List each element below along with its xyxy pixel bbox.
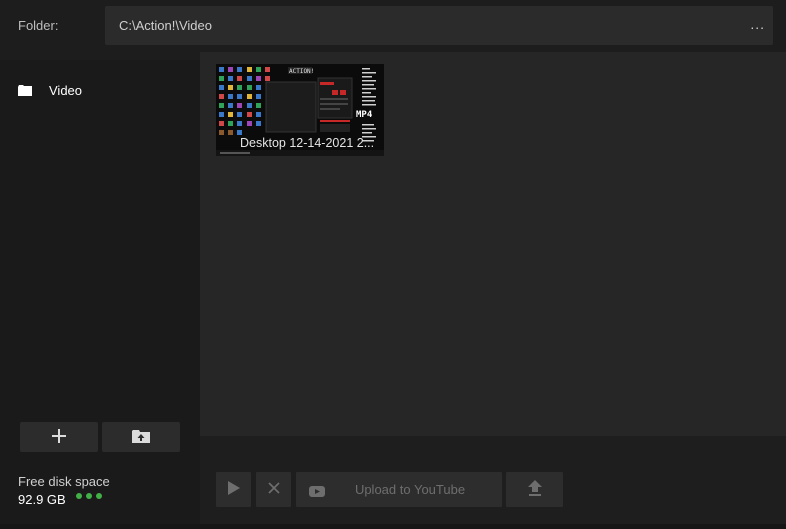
bottom-strip <box>0 524 786 529</box>
video-thumbnail[interactable]: ACTION! MP4 Desktop 12-14-2021 2... <box>216 64 384 156</box>
disk-space-label: Free disk space <box>18 474 110 489</box>
sidebar: Video Free disk space 92.9 GB <box>0 60 200 524</box>
disk-space-value: 92.9 GB <box>18 492 66 507</box>
folder-path-field[interactable]: C:\Action!\Video ... <box>105 6 773 45</box>
sidebar-item-video[interactable]: Video <box>18 80 82 100</box>
folder-open-icon <box>132 429 150 446</box>
status-dot <box>96 493 102 499</box>
folder-icon <box>18 84 32 96</box>
open-folder-button[interactable] <box>102 422 180 452</box>
add-folder-button[interactable] <box>20 422 98 452</box>
file-caption: Desktop 12-14-2021 2... <box>240 136 375 150</box>
file-format-badge: MP4 <box>356 110 373 120</box>
upload-youtube-label: Upload to YouTube <box>354 482 466 497</box>
upload-button[interactable] <box>506 472 563 507</box>
youtube-icon <box>309 485 325 500</box>
browse-button[interactable]: ... <box>750 16 765 32</box>
top-bar: Folder: C:\Action!\Video ... <box>0 0 786 52</box>
upload-youtube-button[interactable]: Upload to YouTube <box>296 472 502 507</box>
plus-icon <box>52 428 66 446</box>
file-browser: ACTION! MP4 Desktop 12-14-2021 2... <box>200 52 786 436</box>
status-dot <box>76 493 82 499</box>
play-icon <box>227 481 240 498</box>
action-bar: Upload to YouTube <box>200 436 786 524</box>
disk-status-indicator <box>76 493 102 499</box>
svg-text:ACTION!: ACTION! <box>289 68 314 75</box>
close-icon <box>267 482 280 497</box>
folder-label: Folder: <box>18 18 59 33</box>
folder-path-text: C:\Action!\Video <box>119 18 212 33</box>
delete-button[interactable] <box>256 472 291 507</box>
play-button[interactable] <box>216 472 251 507</box>
sidebar-item-label: Video <box>49 82 83 98</box>
upload-icon <box>527 480 542 499</box>
status-dot <box>86 493 92 499</box>
